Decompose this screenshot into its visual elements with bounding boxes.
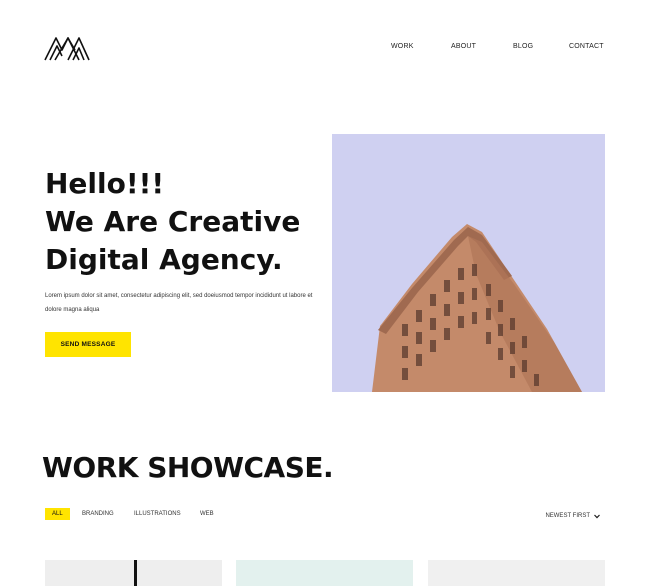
work-card-2[interactable] — [236, 560, 413, 586]
filter-branding[interactable]: BRANDING — [82, 508, 114, 520]
send-message-button[interactable]: SEND MESSAGE — [45, 332, 131, 357]
nav-contact[interactable]: CONTACT — [569, 43, 604, 50]
work-card-3[interactable] — [428, 560, 605, 586]
flatiron-building-photo — [332, 134, 605, 392]
filter-all[interactable]: ALL — [45, 508, 70, 520]
sort-label: NEWEST FIRST — [545, 513, 590, 519]
work-card-1[interactable] — [45, 560, 222, 586]
hero-image — [332, 134, 605, 392]
hero-title-line-2: We Are Creative — [45, 205, 301, 238]
logo-icon[interactable] — [44, 34, 90, 62]
hero-title-line-1: Hello!!! — [45, 167, 165, 200]
hero-title-line-3: Digital Agency. — [45, 243, 283, 276]
nav-blog[interactable]: BLOG — [513, 43, 533, 50]
sort-dropdown[interactable]: NEWEST FIRST — [545, 513, 600, 519]
filter-web[interactable]: WEB — [200, 508, 214, 520]
hero-title: Hello!!! We Are Creative Digital Agency. — [45, 165, 335, 279]
work-card-1-post — [134, 560, 137, 586]
hero-description: Lorem ipsum dolor sit amet, consectetur … — [45, 293, 313, 313]
chevron-down-icon — [594, 514, 600, 518]
nav-work[interactable]: WORK — [391, 43, 414, 50]
nav-about[interactable]: ABOUT — [451, 43, 476, 50]
section-title: WORK SHOWCASE. — [42, 451, 334, 484]
filter-illustrations[interactable]: ILLUSTRATIONS — [134, 508, 181, 520]
